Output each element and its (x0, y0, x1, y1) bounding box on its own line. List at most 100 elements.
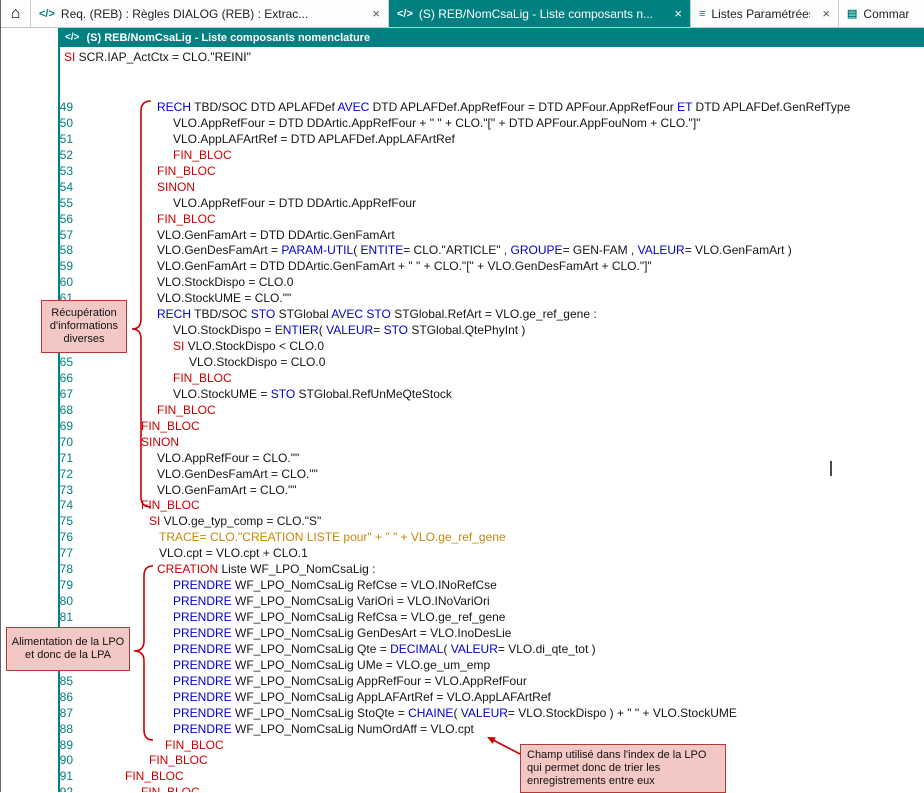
code-segment: TBD/SOC DTD APLAFDef (194, 100, 337, 114)
code-segment: WF_LPO_NomCsaLig NumOrdAff = VLO.cpt (235, 722, 474, 736)
line-number: 57 (1, 228, 77, 244)
document-title-bar: </> (S) REB/NomCsaLig - Liste composants… (58, 28, 924, 47)
line-number: 73 (1, 483, 77, 499)
code-line[interactable]: 64SI VLO.StockDispo < CLO.0 (1, 339, 924, 355)
code-line[interactable]: 68FIN_BLOC (1, 403, 924, 419)
code-line[interactable]: 86PRENDRE WF_LPO_NomCsaLig AppLAFArtRef … (1, 690, 924, 706)
code-line[interactable]: 77VLO.cpt = VLO.cpt + CLO.1 (1, 546, 924, 562)
code-line[interactable]: 63VLO.StockDispo = ENTIER( VALEUR= STO S… (1, 323, 924, 339)
code-line-text: VLO.cpt = VLO.cpt + CLO.1 (77, 546, 308, 562)
code-line[interactable]: 52FIN_BLOC (1, 148, 924, 164)
code-line-text: FIN_BLOC (77, 403, 216, 419)
code-line[interactable]: 82PRENDRE WF_LPO_NomCsaLig GenDesArt = V… (1, 626, 924, 642)
code-segment: DTD APLAFDef.GenRefType (696, 100, 851, 114)
tab-reb-nomcsalig[interactable]: </> (S) REB/NomCsaLig - Liste composants… (389, 0, 691, 27)
line-number: 51 (1, 132, 77, 148)
code-line-text: PRENDRE WF_LPO_NomCsaLig AppRefFour = VL… (77, 674, 527, 690)
code-line[interactable]: 75SI VLO.ge_typ_comp = CLO."S" (1, 514, 924, 530)
code-line[interactable]: 88PRENDRE WF_LPO_NomCsaLig NumOrdAff = V… (1, 722, 924, 738)
line-number: 65 (1, 355, 77, 371)
code-line[interactable]: 51VLO.AppLAFArtRef = DTD APLAFDef.AppLAF… (1, 132, 924, 148)
code-line[interactable]: 90FIN_BLOC (1, 753, 924, 769)
code-line[interactable]: 62RECH TBD/SOC STO STGlobal AVEC STO STG… (1, 307, 924, 323)
code-segment: = CLO."ARTICLE" , (403, 243, 510, 257)
code-line[interactable]: 87PRENDRE WF_LPO_NomCsaLig StoQte = CHAI… (1, 706, 924, 722)
code-segment: PRENDRE (173, 594, 235, 608)
code-segment: FIN_BLOC (165, 738, 224, 752)
code-segment: WF_LPO_NomCsaLig RefCse = VLO.INoRefCse (235, 578, 497, 592)
tab-req-reb-regles[interactable]: </> Req. (REB) : Règles DIALOG (REB) : E… (31, 0, 389, 27)
close-icon[interactable]: × (668, 6, 682, 21)
code-segment: SCR.IAP_ActCtx = CLO."REINI" (79, 50, 251, 64)
tab-listes-parametrees[interactable]: ≡ Listes Paramétrées × (691, 0, 839, 27)
code-line[interactable]: 58VLO.GenDesFamArt = PARAM-UTIL( ENTITE=… (1, 243, 924, 259)
code-editor[interactable]: 49RECH TBD/SOC DTD APLAFDef AVEC DTD APL… (1, 100, 924, 792)
code-line[interactable]: 67VLO.StockUME = STO STGlobal.RefUnMeQte… (1, 387, 924, 403)
line-number: 76 (1, 530, 77, 546)
code-line[interactable]: 49RECH TBD/SOC DTD APLAFDef AVEC DTD APL… (1, 100, 924, 116)
code-line[interactable]: 70SINON (1, 435, 924, 451)
code-line-text: VLO.StockUME = STO STGlobal.RefUnMeQteSt… (77, 387, 452, 403)
code-line[interactable]: 85PRENDRE WF_LPO_NomCsaLig AppRefFour = … (1, 674, 924, 690)
line-number: 79 (1, 578, 77, 594)
code-line[interactable]: 81PRENDRE WF_LPO_NomCsaLig RefCsa = VLO.… (1, 610, 924, 626)
code-segment: VLO.StockUME = CLO."" (157, 291, 291, 305)
code-line[interactable]: 66FIN_BLOC (1, 371, 924, 387)
code-line-text: PRENDRE WF_LPO_NomCsaLig UMe = VLO.ge_um… (77, 658, 490, 674)
code-line[interactable]: 50VLO.AppRefFour = DTD DDArtic.AppRefFou… (1, 116, 924, 132)
code-line[interactable]: 80PRENDRE WF_LPO_NomCsaLig VariOri = VLO… (1, 594, 924, 610)
code-line[interactable]: 65VLO.StockDispo = CLO.0 (1, 355, 924, 371)
close-icon[interactable]: × (816, 6, 830, 21)
code-segment: VLO.AppRefFour = DTD DDArtic.AppRefFour (173, 196, 416, 210)
code-line-text: FIN_BLOC (77, 148, 232, 164)
code-segment: VLO.ge_typ_comp = CLO."S" (164, 514, 322, 528)
context-code-line[interactable]: SI SCR.IAP_ActCtx = CLO."REINI" (64, 50, 251, 64)
code-segment: = GEN-FAM , (563, 243, 638, 257)
document-icon: ▤ (847, 7, 857, 20)
code-line[interactable]: 76TRACE= CLO."CREATION LISTE pour" + " "… (1, 530, 924, 546)
code-line-text: FIN_BLOC (77, 738, 224, 754)
code-segment: ( (453, 706, 460, 720)
code-line[interactable]: 72VLO.GenDesFamArt = CLO."" (1, 467, 924, 483)
close-icon[interactable]: × (366, 6, 380, 21)
code-line-text: PRENDRE WF_LPO_NomCsaLig RefCsa = VLO.ge… (77, 610, 505, 626)
code-line[interactable]: 53FIN_BLOC (1, 164, 924, 180)
code-line[interactable]: 89FIN_BLOC (1, 738, 924, 754)
code-line-text: PRENDRE WF_LPO_NomCsaLig Qte = DECIMAL( … (77, 642, 596, 658)
code-segment: VALEUR (451, 642, 498, 656)
dialog-editor-window: { "icons": { "home": "⌂", "close": "×" }… (0, 0, 924, 792)
code-line[interactable]: 54SINON (1, 180, 924, 196)
code-line[interactable]: 57 VLO.GenFamArt = DTD DDArtic.GenFamArt (1, 228, 924, 244)
code-line[interactable]: 55VLO.AppRefFour = DTD DDArtic.AppRefFou… (1, 196, 924, 212)
line-number: 53 (1, 164, 77, 180)
code-line[interactable]: 61VLO.StockUME = CLO."" (1, 291, 924, 307)
code-line[interactable]: 60VLO.StockDispo = CLO.0 (1, 275, 924, 291)
code-segment: FIN_BLOC (125, 769, 184, 783)
code-segment: VLO.StockDispo = CLO.0 (157, 275, 293, 289)
code-segment: = VLO.GenFamArt ) (685, 243, 792, 257)
code-line-text: FIN_BLOC (77, 769, 184, 785)
code-line[interactable]: 91FIN_BLOC (1, 769, 924, 785)
code-line[interactable]: 71VLO.AppRefFour = CLO."" (1, 451, 924, 467)
code-line[interactable]: 56FIN_BLOC (1, 212, 924, 228)
code-line[interactable]: 78CREATION Liste WF_LPO_NomCsaLig : (1, 562, 924, 578)
line-number: 69 (1, 419, 77, 435)
code-line[interactable]: 79PRENDRE WF_LPO_NomCsaLig RefCse = VLO.… (1, 578, 924, 594)
code-line[interactable]: 74FIN_BLOC (1, 498, 924, 514)
code-segment: PRENDRE (173, 674, 235, 688)
home-button[interactable]: ⌂ (1, 0, 31, 27)
code-segment: ENTITE (361, 243, 404, 257)
code-line[interactable]: 59VLO.GenFamArt = DTD DDArtic.GenFamArt … (1, 259, 924, 275)
code-segment: VLO.GenFamArt = DTD DDArtic.GenFamArt (157, 228, 395, 242)
code-line[interactable]: 84PRENDRE WF_LPO_NomCsaLig UMe = VLO.ge_… (1, 658, 924, 674)
code-segment: STGlobal.QtePhyInt ) (411, 323, 525, 337)
line-number: 52 (1, 148, 77, 164)
code-line-text: VLO.GenDesFamArt = CLO."" (77, 467, 318, 483)
code-line[interactable]: 92FIN_BLOC (1, 785, 924, 792)
code-line[interactable]: 69FIN_BLOC (1, 419, 924, 435)
code-line[interactable]: 73VLO.GenFamArt = CLO."" (1, 483, 924, 499)
code-segment: RECH (157, 307, 194, 321)
code-segment: STO (271, 387, 299, 401)
code-line[interactable]: 83PRENDRE WF_LPO_NomCsaLig Qte = DECIMAL… (1, 642, 924, 658)
tab-commandes[interactable]: ▤ Commar (839, 0, 924, 27)
